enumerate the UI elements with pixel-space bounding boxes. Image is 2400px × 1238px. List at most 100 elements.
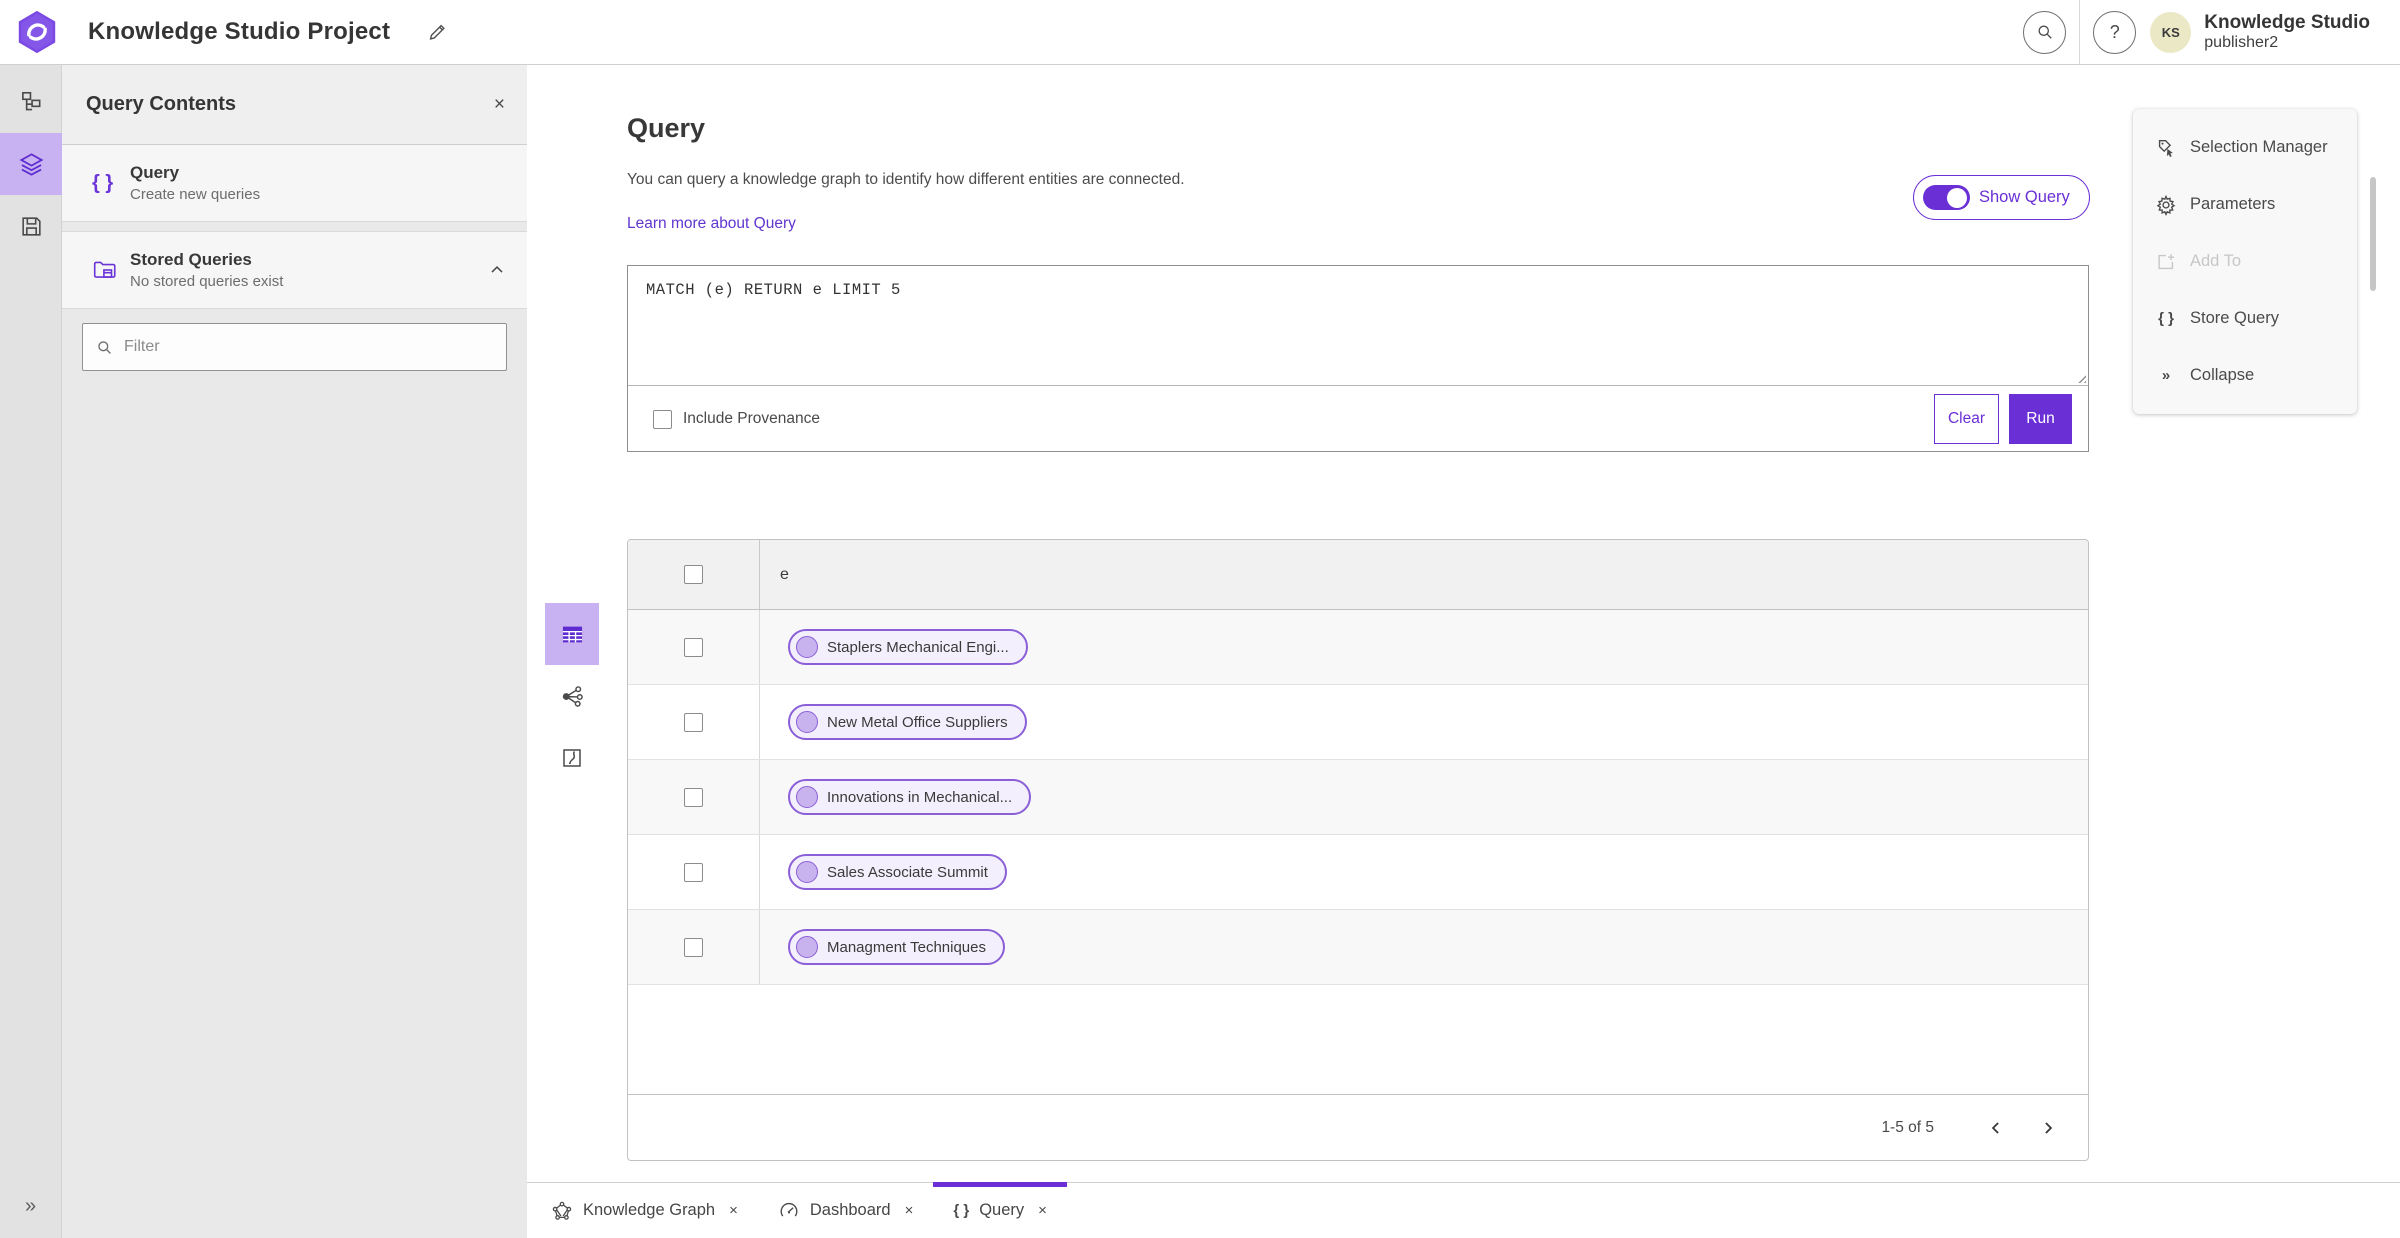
- layers-icon: [18, 151, 45, 178]
- panel-item-description: No stored queries exist: [130, 273, 284, 290]
- selection-manager-button[interactable]: Selection Manager: [2133, 122, 2357, 174]
- link-chart-view-button[interactable]: [545, 665, 599, 727]
- row-checkbox[interactable]: [684, 787, 703, 807]
- table-row[interactable]: Innovations in Mechanical...: [628, 760, 2088, 835]
- entity-dot-icon: [796, 786, 818, 808]
- column-header-e: e: [780, 565, 789, 583]
- tab-query[interactable]: { } Query ×: [933, 1182, 1067, 1238]
- knowledge-studio-app: Knowledge Studio Project ? KS Knowledge …: [0, 0, 2400, 1238]
- avatar-initials: KS: [2161, 24, 2180, 40]
- entity-label: New Metal Office Suppliers: [827, 713, 1008, 731]
- filter-search-icon: [95, 338, 114, 357]
- rail-save-button[interactable]: [0, 195, 62, 257]
- expand-rail-button[interactable]: »: [0, 1184, 61, 1228]
- rail-data-model-button[interactable]: [0, 71, 62, 133]
- main-content: Query You can query a knowledge graph to…: [527, 65, 2400, 1238]
- stored-queries-folder-icon: [92, 257, 126, 283]
- entity-dot-icon: [796, 936, 818, 958]
- query-toolbar: Include Provenance Clear Run: [628, 385, 2088, 452]
- chevron-right-icon: [2038, 1118, 2058, 1138]
- entity-label: Sales Associate Summit: [827, 863, 988, 881]
- gear-icon: [2154, 194, 2178, 216]
- user-menu[interactable]: Knowledge Studio publisher2: [2204, 12, 2370, 52]
- search-button[interactable]: [2023, 10, 2067, 54]
- previous-page-button[interactable]: [1978, 1110, 2014, 1146]
- panel-item-label: Stored Queries: [130, 250, 252, 269]
- table-row[interactable]: Staplers Mechanical Engi...: [628, 610, 2088, 685]
- panel-item-label: Query: [130, 163, 180, 182]
- query-description: You can query a knowledge graph to ident…: [627, 171, 1185, 188]
- map-view-button[interactable]: [545, 727, 599, 789]
- next-page-button[interactable]: [2030, 1110, 2066, 1146]
- header-divider: [2079, 0, 2081, 65]
- table-row[interactable]: Managment Techniques: [628, 910, 2088, 985]
- row-checkbox[interactable]: [684, 712, 703, 732]
- resize-grip[interactable]: [2075, 372, 2086, 383]
- entity-pill[interactable]: Managment Techniques: [788, 929, 1005, 965]
- run-button[interactable]: Run: [2009, 394, 2072, 444]
- link-chart-icon: [560, 684, 585, 709]
- question-mark-icon: ?: [2109, 21, 2120, 42]
- knowledge-graph-icon: [551, 1200, 573, 1222]
- store-query-button[interactable]: { } Store Query: [2133, 293, 2357, 345]
- panel-title: Query Contents: [86, 93, 237, 115]
- table-view-button[interactable]: [545, 603, 599, 665]
- app-logo-icon: [14, 9, 60, 55]
- close-tab-icon[interactable]: ×: [1038, 1202, 1047, 1219]
- dashboard-gauge-icon: [778, 1200, 800, 1222]
- panel-item-stored-queries[interactable]: Stored Queries No stored queries exist: [62, 231, 527, 309]
- double-chevron-right-icon: »: [24, 1194, 37, 1217]
- panel-item-description: Create new queries: [130, 186, 261, 203]
- avatar[interactable]: KS: [2150, 11, 2192, 53]
- include-provenance-checkbox[interactable]: [653, 409, 672, 429]
- table-row[interactable]: Sales Associate Summit: [628, 835, 2088, 910]
- select-all-checkbox[interactable]: [684, 565, 703, 584]
- row-checkbox[interactable]: [684, 637, 703, 657]
- entity-pill[interactable]: Sales Associate Summit: [788, 854, 1007, 890]
- table-row[interactable]: New Metal Office Suppliers: [628, 685, 2088, 760]
- close-panel-button[interactable]: ×: [494, 94, 505, 116]
- double-chevron-right-icon: »: [2161, 367, 2171, 384]
- entity-pill[interactable]: Staplers Mechanical Engi...: [788, 629, 1028, 665]
- filter-field: [82, 323, 507, 371]
- show-query-toggle[interactable]: Show Query: [1913, 175, 2090, 220]
- search-icon: [2035, 22, 2055, 42]
- clear-button[interactable]: Clear: [1934, 394, 1999, 444]
- tab-dashboard[interactable]: Dashboard ×: [758, 1183, 934, 1238]
- entity-dot-icon: [796, 636, 818, 658]
- braces-icon: { }: [2158, 310, 2174, 327]
- rail-layers-button[interactable]: [0, 133, 62, 195]
- view-tab-bar: Knowledge Graph × Dashboard × { } Query …: [527, 1182, 2400, 1238]
- row-checkbox[interactable]: [684, 862, 703, 882]
- query-text: MATCH (e) RETURN e LIMIT 5: [646, 281, 901, 299]
- collapse-panel-button[interactable]: » Collapse: [2133, 350, 2357, 402]
- chevron-up-icon[interactable]: [487, 260, 507, 280]
- parameters-button[interactable]: Parameters: [2133, 179, 2357, 231]
- add-to-button[interactable]: Add To: [2133, 236, 2357, 288]
- entity-pill[interactable]: Innovations in Mechanical...: [788, 779, 1032, 815]
- close-tab-icon[interactable]: ×: [905, 1202, 914, 1219]
- row-checkbox[interactable]: [684, 937, 703, 957]
- entity-pill[interactable]: New Metal Office Suppliers: [788, 704, 1027, 740]
- include-provenance-label: Include Provenance: [683, 410, 821, 427]
- show-query-label: Show Query: [1979, 188, 2070, 206]
- filter-input[interactable]: [124, 338, 494, 356]
- toggle-switch: [1923, 185, 1970, 210]
- entity-label: Innovations in Mechanical...: [827, 788, 1013, 806]
- braces-icon: { }: [92, 171, 114, 194]
- pagination-info: 1-5 of 5: [1881, 1118, 1934, 1136]
- vertical-scrollbar[interactable]: [2370, 177, 2376, 291]
- tab-knowledge-graph[interactable]: Knowledge Graph ×: [531, 1183, 758, 1238]
- selection-manager-icon: [2154, 137, 2178, 159]
- close-tab-icon[interactable]: ×: [729, 1202, 738, 1219]
- panel-item-query[interactable]: { } Query Create new queries: [62, 145, 527, 222]
- header-actions: ? KS Knowledge Studio publisher2: [2023, 0, 2370, 65]
- help-button[interactable]: ?: [2093, 10, 2137, 54]
- edit-title-button[interactable]: [426, 21, 448, 43]
- panel-header: Query Contents ×: [62, 65, 527, 145]
- save-icon: [19, 214, 44, 239]
- app-header: Knowledge Studio Project ? KS Knowledge …: [0, 0, 2400, 65]
- table-footer: 1-5 of 5: [628, 1094, 2088, 1160]
- query-text-input[interactable]: MATCH (e) RETURN e LIMIT 5: [628, 266, 2088, 385]
- learn-more-link[interactable]: Learn more about Query: [627, 215, 796, 233]
